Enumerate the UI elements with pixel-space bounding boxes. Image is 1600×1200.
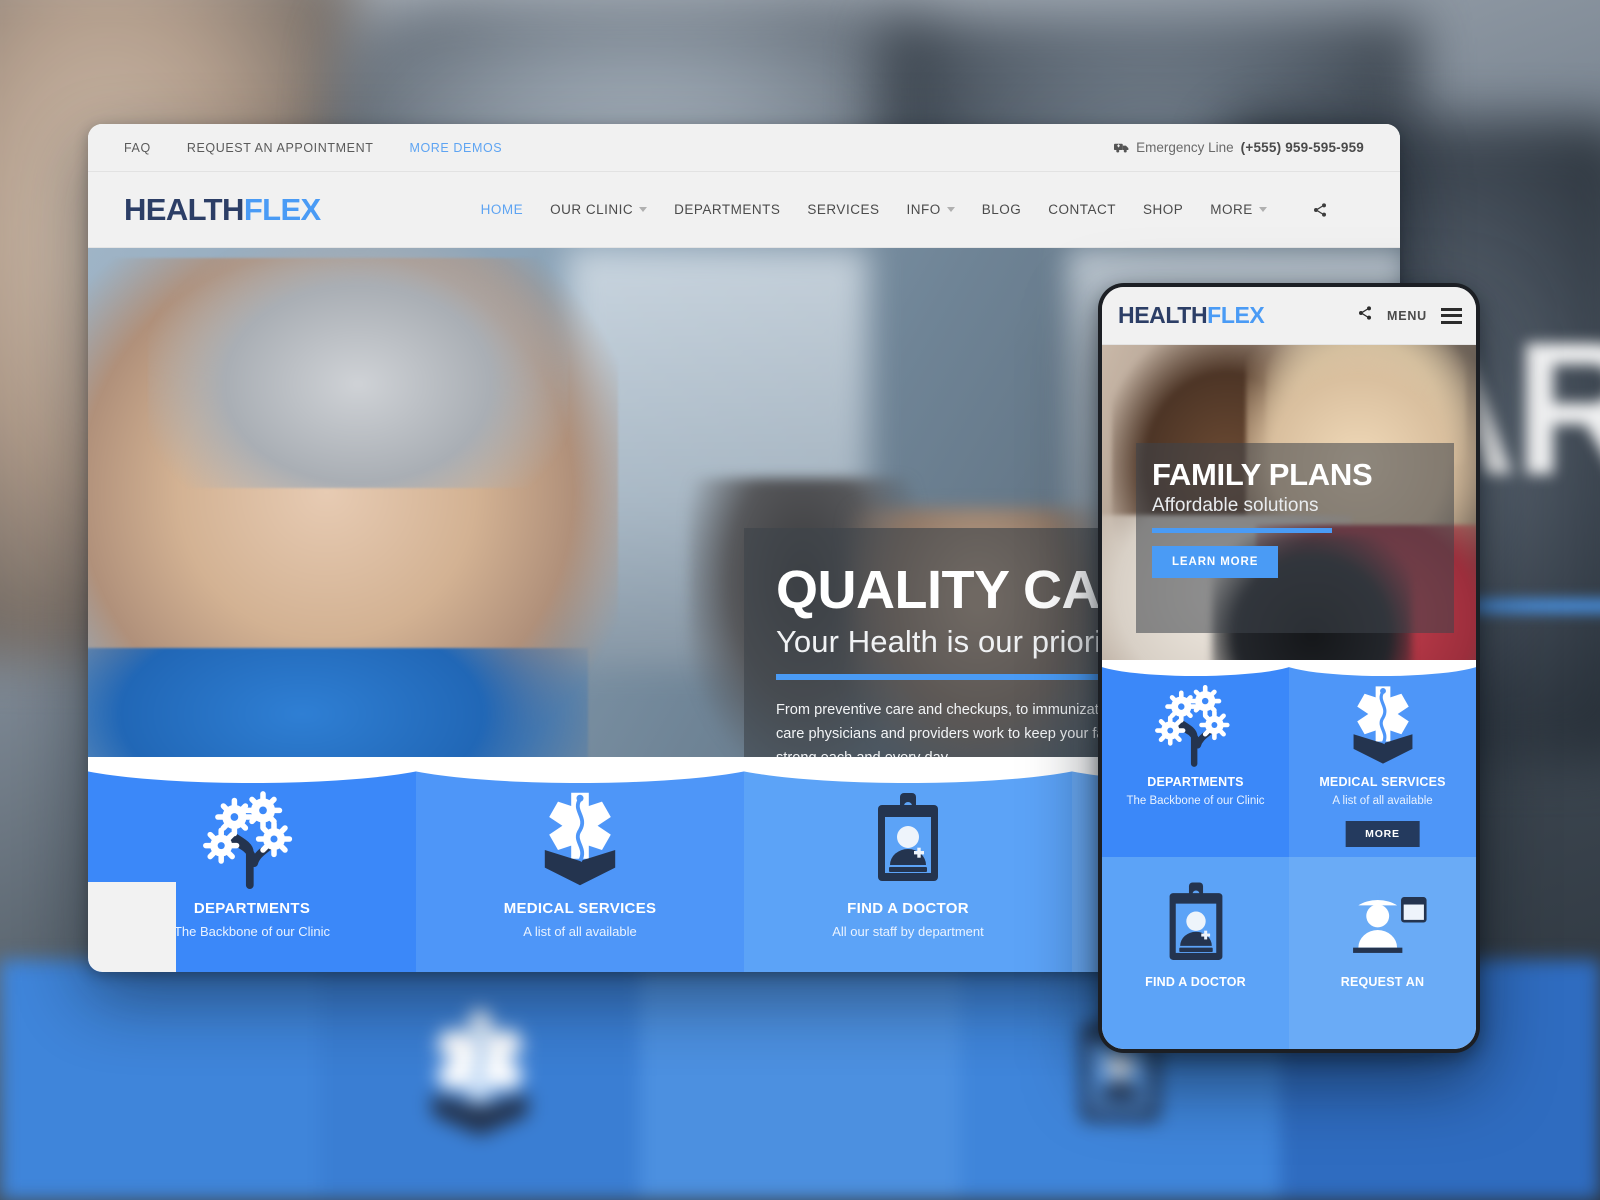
- nav-label: HOME: [480, 202, 524, 217]
- feature-title: DEPARTMENTS: [193, 900, 311, 917]
- nav-item-info[interactable]: INFO: [906, 202, 955, 217]
- nav-item-blog[interactable]: BLOG: [982, 202, 1022, 217]
- background-card: [640, 960, 960, 1200]
- nav-label: INFO: [906, 202, 941, 217]
- topbar-link-more-demos[interactable]: MORE DEMOS: [409, 141, 502, 155]
- nav-label: OUR CLINIC: [550, 202, 634, 217]
- nav-label: SHOP: [1142, 202, 1184, 217]
- nav-item-services[interactable]: SERVICES: [807, 202, 879, 217]
- card-wave-top: [1102, 660, 1301, 676]
- background-card: [320, 960, 640, 1200]
- phone-card-request-an-appointment[interactable]: REQUEST AN: [1289, 857, 1476, 1049]
- phone-hero-title: FAMILY PLANS: [1152, 457, 1373, 492]
- phone-logo-health: HEALTH: [1118, 302, 1208, 328]
- mobile-phone-mockup: HEALTHFLEX MENU FAMILY PLANS Affordable …: [1098, 283, 1480, 1053]
- phone-logo-flex: FLEX: [1207, 302, 1265, 328]
- nav-item-contact[interactable]: CONTACT: [1048, 202, 1116, 217]
- phone-card-departments[interactable]: DEPARTMENTS The Backbone of our Clinic: [1102, 660, 1301, 857]
- chevron-down-icon: [639, 207, 648, 212]
- site-logo[interactable]: HEALTHFLEX: [124, 192, 321, 228]
- nav-label: MORE: [1210, 202, 1253, 217]
- caduceus-book-icon: [1353, 686, 1412, 764]
- phone-hero-card: FAMILY PLANS Affordable solutions LEARN …: [1136, 443, 1454, 633]
- feature-title: FIND A DOCTOR: [847, 900, 969, 917]
- nav-label: BLOG: [981, 202, 1022, 217]
- feature-card-medical-services[interactable]: MEDICAL SERVICES A list of all available: [383, 757, 777, 972]
- emergency-phone[interactable]: (+555) 959-595-959: [1241, 140, 1364, 155]
- phone-card-title: DEPARTMENTS: [1147, 775, 1244, 789]
- feature-subtitle: A list of all available: [523, 924, 637, 939]
- nav-item-shop[interactable]: SHOP: [1143, 202, 1183, 217]
- background-card: [0, 960, 320, 1200]
- utility-topbar: FAQ REQUEST AN APPOINTMENT MORE DEMOS Em…: [88, 124, 1400, 172]
- nav-item-departments[interactable]: DEPARTMENTS: [674, 202, 780, 217]
- emergency-line: Emergency Line (+555) 959-595-959: [1114, 140, 1364, 155]
- gear-tree-icon: [1154, 684, 1230, 767]
- phone-more-button[interactable]: MORE: [1345, 821, 1420, 847]
- nav-item-our-clinic[interactable]: OUR CLINIC: [550, 202, 648, 217]
- phone-card-subtitle: The Backbone of our Clinic: [1126, 795, 1265, 807]
- phone-hero-divider: [1152, 528, 1332, 533]
- phone-share-button[interactable]: [1357, 305, 1373, 326]
- topbar-links: FAQ REQUEST AN APPOINTMENT MORE DEMOS: [124, 141, 502, 155]
- id-badge-icon: [1169, 882, 1222, 960]
- ambulance-icon: [1114, 143, 1129, 153]
- phone-feature-grid: DEPARTMENTS The Backbone of our Clinic M…: [1102, 660, 1476, 1049]
- phone-card-find-a-doctor[interactable]: FIND A DOCTOR: [1102, 857, 1289, 1049]
- caduceus-book-icon: [432, 1007, 528, 1136]
- card-wave-top: [1277, 660, 1476, 676]
- nav-label: CONTACT: [1048, 202, 1116, 217]
- emergency-label: Emergency Line: [1136, 140, 1234, 155]
- nav-item-more[interactable]: MORE: [1210, 202, 1267, 217]
- phone-card-medical-services[interactable]: MEDICAL SERVICES A list of all available…: [1277, 660, 1476, 857]
- logo-flex: FLEX: [243, 191, 321, 227]
- phone-hero-section: FAMILY PLANS Affordable solutions LEARN …: [1102, 345, 1476, 661]
- id-badge-icon: [878, 793, 938, 881]
- primary-navigation: HOME OUR CLINIC DEPARTMENTS SERVICES INF…: [481, 202, 1328, 218]
- phone-card-title: MEDICAL SERVICES: [1319, 775, 1446, 789]
- logo-health: HEALTH: [124, 191, 244, 227]
- phone-header-actions: MENU: [1357, 305, 1462, 326]
- phone-menu-label[interactable]: MENU: [1387, 309, 1427, 323]
- topbar-link-request-appointment[interactable]: REQUEST AN APPOINTMENT: [187, 141, 374, 155]
- feature-subtitle: All our staff by department: [832, 924, 984, 939]
- feature-subtitle: The Backbone of our Clinic: [173, 924, 331, 939]
- phone-learn-more-button[interactable]: LEARN MORE: [1152, 546, 1279, 578]
- feature-title: MEDICAL SERVICES: [503, 900, 657, 917]
- phone-card-title: REQUEST AN: [1340, 975, 1425, 989]
- chevron-down-icon: [1258, 207, 1267, 212]
- topbar-link-faq[interactable]: FAQ: [124, 141, 151, 155]
- hamburger-icon[interactable]: [1441, 307, 1462, 324]
- phone-screen: HEALTHFLEX MENU FAMILY PLANS Affordable …: [1102, 287, 1476, 1049]
- browser-corner-patch: [88, 882, 176, 972]
- gear-tree-icon: [203, 791, 293, 890]
- share-icon: [1358, 306, 1371, 320]
- share-button[interactable]: [1312, 202, 1328, 218]
- nav-label: DEPARTMENTS: [674, 202, 781, 217]
- nav-item-home[interactable]: HOME: [481, 202, 524, 217]
- caduceus-book-icon: [544, 792, 616, 886]
- nav-label: SERVICES: [807, 202, 880, 217]
- phone-site-logo[interactable]: HEALTHFLEX: [1118, 302, 1265, 329]
- share-icon: [1313, 202, 1326, 217]
- phone-card-title: FIND A DOCTOR: [1145, 975, 1246, 989]
- main-navbar: HEALTHFLEX HOME OUR CLINIC DEPARTMENTS S…: [88, 172, 1400, 248]
- phone-header: HEALTHFLEX MENU: [1102, 287, 1476, 345]
- phone-card-subtitle: A list of all available: [1332, 795, 1433, 807]
- phone-hero-subtitle: Affordable solutions: [1152, 495, 1319, 516]
- chevron-down-icon: [946, 207, 955, 212]
- nurse-calendar-icon: [1352, 890, 1427, 953]
- feature-card-find-a-doctor[interactable]: FIND A DOCTOR All our staff by departmen…: [711, 757, 1105, 972]
